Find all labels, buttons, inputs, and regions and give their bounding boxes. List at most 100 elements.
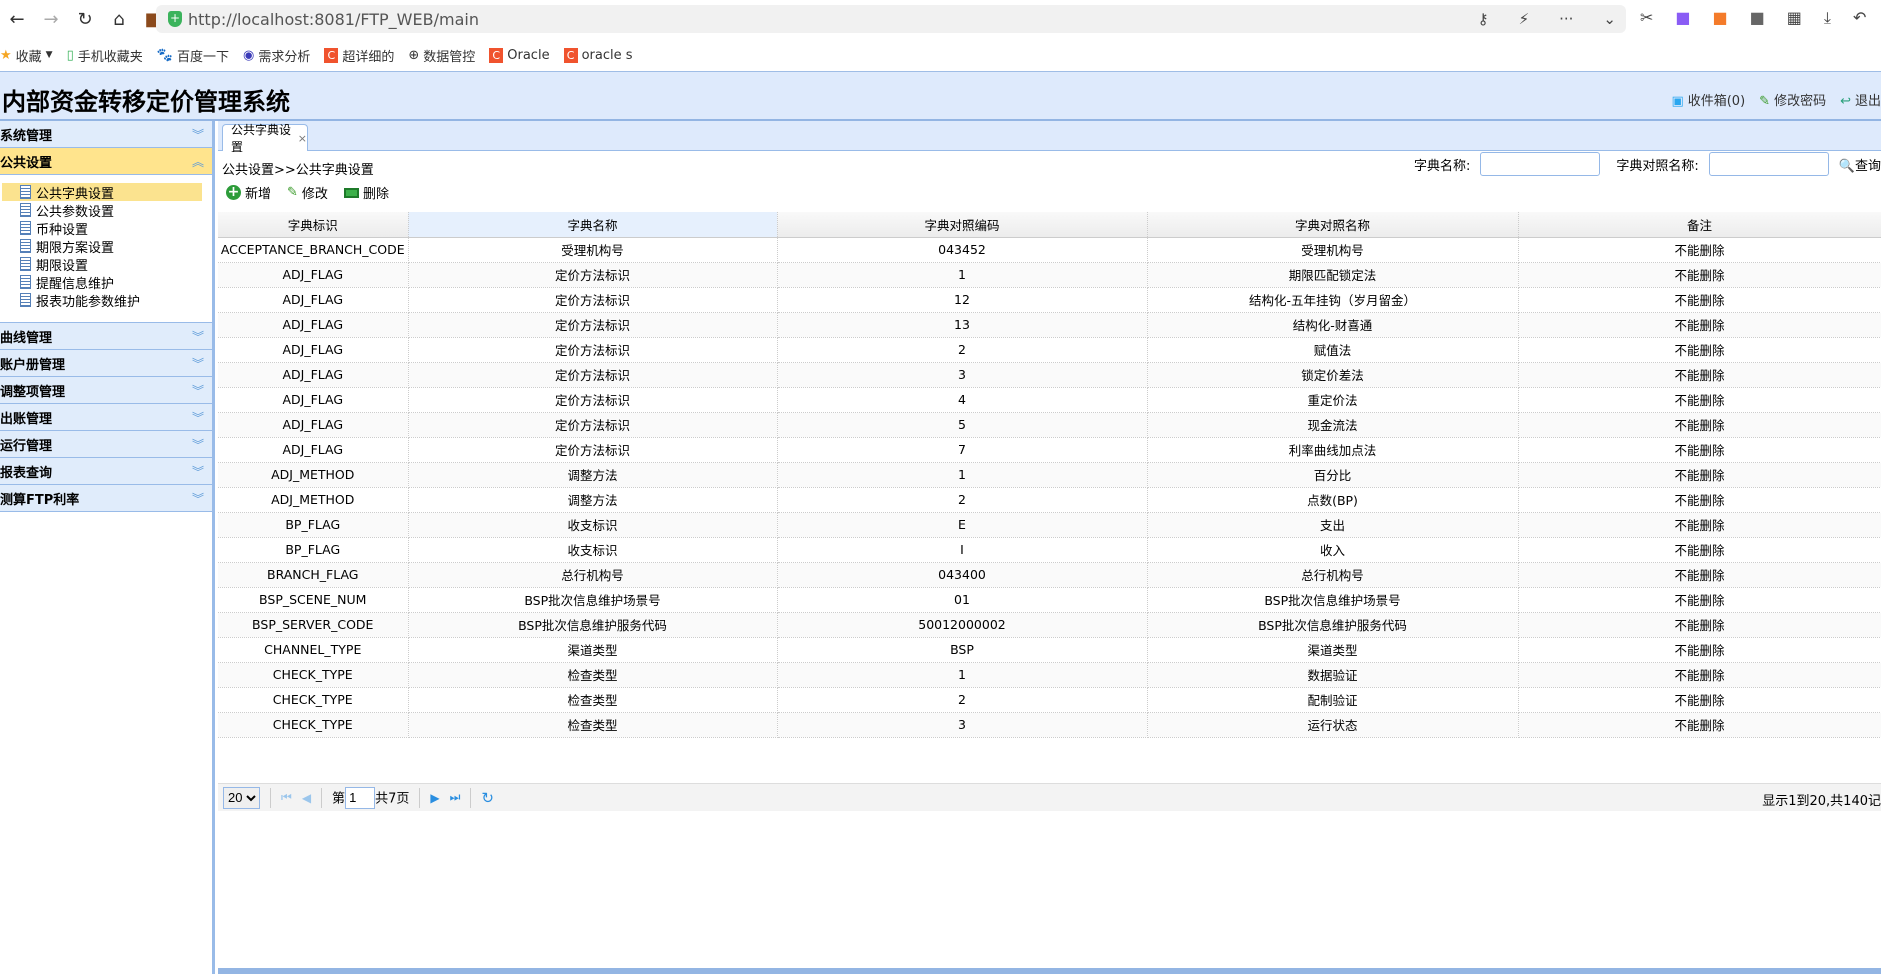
table-row[interactable]: ADJ_FLAG 定价方法标识 3 锁定价差法 不能删除 (218, 362, 1881, 388)
tree-item[interactable]: 公共参数设置 (2, 201, 212, 220)
tree-item[interactable]: 提醒信息维护 (2, 273, 212, 292)
table-row[interactable]: ACCEPTANCE_BRANCH_CODE 受理机构号 043452 受理机构号 不能… (218, 237, 1881, 263)
refresh-icon[interactable]: ↻ (481, 789, 494, 807)
chevron-down-icon[interactable]: ︾ (192, 436, 204, 453)
forward-icon[interactable]: → (34, 9, 68, 30)
table-row[interactable]: CHECK_TYPE 检查类型 3 运行状态 不能删除 (218, 712, 1881, 738)
change-password-link[interactable]: ✎ 修改密码 (1759, 90, 1826, 109)
apps-icon[interactable]: ▦ (1787, 8, 1802, 28)
table-row[interactable]: BP_FLAG 收支标识 I 收入 不能删除 (218, 537, 1881, 563)
undo-icon[interactable]: ↶ (1853, 8, 1866, 28)
translate-icon[interactable]: ■ (1675, 8, 1690, 28)
table-row[interactable]: ADJ_FLAG 定价方法标识 5 现金流法 不能删除 (218, 412, 1881, 438)
next-page-icon[interactable]: ▶ (430, 791, 439, 805)
edit-button[interactable]: ✎ 修改 (287, 183, 328, 202)
sidebar-panel-header[interactable]: 运行管理 ︾ (0, 431, 212, 458)
column-header[interactable]: 字典对照编码 (777, 212, 1148, 238)
table-cell: 定价方法标识 (408, 287, 778, 313)
tree-item[interactable]: 公共字典设置 (2, 183, 202, 202)
column-header[interactable]: 备注 (1518, 212, 1881, 238)
sidebar-panel-header[interactable]: 调整项管理 ︾ (0, 377, 212, 404)
close-icon[interactable]: × (298, 132, 307, 145)
chevron-down-icon[interactable]: ︾ (192, 328, 204, 345)
table-row[interactable]: ADJ_FLAG 定价方法标识 1 期限匹配锁定法 不能删除 (218, 262, 1881, 288)
bookmark-item[interactable]: ▯ 手机收藏夹 (67, 46, 143, 65)
game-icon[interactable]: ■ (1713, 8, 1728, 28)
chevron-down-icon[interactable]: ︾ (192, 490, 204, 507)
reader-icon[interactable]: ■ (1750, 8, 1765, 28)
dict-name-input[interactable] (1480, 152, 1601, 176)
prev-page-icon[interactable]: ◀ (302, 791, 311, 805)
table-cell: 点数(BP) (1147, 487, 1519, 513)
bookmark-item[interactable]: C 超详细的 (324, 46, 394, 65)
chevron-up-icon[interactable]: ︽ (192, 153, 204, 170)
chevron-down-icon[interactable]: ︾ (192, 355, 204, 372)
add-button[interactable]: + 新增 (226, 183, 271, 202)
table-cell: BSP_SCENE_NUM (218, 587, 409, 613)
table-row[interactable]: BRANCH_FLAG 总行机构号 043400 总行机构号 不能删除 (218, 562, 1881, 588)
table-row[interactable]: ADJ_FLAG 定价方法标识 4 重定价法 不能删除 (218, 387, 1881, 413)
key-icon[interactable]: ⚷ (1478, 10, 1489, 28)
logout-link[interactable]: ↩ 退出 (1840, 90, 1881, 109)
table-row[interactable]: CHANNEL_TYPE 渠道类型 BSP 渠道类型 不能删除 (218, 637, 1881, 663)
download-icon[interactable]: ⤓ (1824, 8, 1831, 28)
home-icon[interactable]: ⌂ (102, 9, 136, 30)
sidebar-panel-header[interactable]: 系统管理 ︾ (0, 121, 212, 148)
tree-item[interactable]: 币种设置 (2, 219, 212, 238)
table-row[interactable]: CHECK_TYPE 检查类型 1 数据验证 不能删除 (218, 662, 1881, 688)
table-row[interactable]: BSP_SCENE_NUM BSP批次信息维护场景号 01 BSP批次信息维护场景号不… (218, 587, 1881, 613)
lightning-icon[interactable]: ⚡ (1519, 10, 1530, 28)
table-row[interactable]: ADJ_METHOD 调整方法 2 点数(BP) 不能删除 (218, 487, 1881, 513)
tree-item[interactable]: 报表功能参数维护 (2, 291, 212, 310)
column-header[interactable]: 字典标识 (218, 212, 409, 238)
table-row[interactable]: CHECK_TYPE 检查类型 2 配制验证 不能删除 (218, 687, 1881, 713)
table-row[interactable]: ADJ_FLAG 定价方法标识 2 赋值法 不能删除 (218, 337, 1881, 363)
column-header[interactable]: 字典名称 (408, 212, 778, 238)
bookmark-item[interactable]: C Oracle (489, 47, 550, 63)
page-size-select[interactable]: 20 (223, 786, 260, 809)
table-row[interactable]: ADJ_FLAG 定价方法标识 13 结构化-财喜通 不能删除 (218, 312, 1881, 338)
map-name-input[interactable] (1708, 152, 1829, 176)
inbox-link[interactable]: ▣ 收件箱(0) (1671, 90, 1745, 109)
delete-button[interactable]: 删除 (343, 183, 389, 202)
chevron-down-icon[interactable]: ︾ (192, 382, 204, 399)
table-cell: 不能删除 (1518, 312, 1881, 338)
column-header[interactable]: 字典对照名称 (1147, 212, 1519, 238)
sidebar-panel-header[interactable]: 出账管理 ︾ (0, 404, 212, 431)
table-row[interactable]: BP_FLAG 收支标识 E 支出 不能删除 (218, 512, 1881, 538)
sidebar-panel-header[interactable]: 测算FTP利率 ︾ (0, 485, 212, 512)
chevron-down-icon[interactable]: ⌄ (1603, 10, 1616, 28)
chevron-down-icon[interactable]: ︾ (192, 463, 204, 480)
scissors-icon[interactable]: ✂ (1640, 8, 1653, 28)
first-page-icon[interactable]: ⏮ (281, 790, 292, 805)
bookmark-item[interactable]: ◉ 需求分析 (243, 46, 310, 65)
table-row[interactable]: ADJ_FLAG 定价方法标识 7 利率曲线加点法 不能删除 (218, 437, 1881, 463)
more-icon[interactable]: ··· (1559, 10, 1573, 28)
tab-dictionary-settings[interactable]: 公共字典设置 × (222, 123, 308, 154)
sidebar-panel-header[interactable]: 曲线管理 ︾ (0, 323, 212, 350)
bookmark-favorites[interactable]: ★ 收藏 ▼ (0, 46, 53, 65)
back-icon[interactable]: ← (0, 9, 34, 30)
table-cell: 不能删除 (1518, 537, 1881, 563)
tree-item[interactable]: 期限设置 (2, 255, 212, 274)
reload-icon[interactable]: ↻ (68, 9, 102, 30)
table-cell: 12 (777, 287, 1148, 313)
table-row[interactable]: BSP_SERVER_CODE BSP批次信息维护服务代码 50012000002 B… (218, 612, 1881, 638)
bookmark-item[interactable]: Coracle s (563, 47, 633, 63)
sidebar-panel-header[interactable]: 报表查询 ︾ (0, 458, 212, 485)
sidebar-panel-header[interactable]: 公共设置 ︽ (0, 148, 212, 175)
table-row[interactable]: ADJ_FLAG 定价方法标识 12 结构化-五年挂钩（岁月留金） 不能删除 (218, 287, 1881, 313)
bookmark-item[interactable]: 🐾 百度一下 (157, 46, 229, 65)
tree-item[interactable]: 期限方案设置 (2, 237, 212, 256)
table-row[interactable]: ADJ_METHOD 调整方法 1 百分比 不能删除 (218, 462, 1881, 488)
last-page-icon[interactable]: ⏭ (450, 790, 461, 805)
chevron-down-icon[interactable]: ︾ (192, 409, 204, 426)
bookmark-item[interactable]: ⊕ 数据管控 (408, 46, 475, 65)
page-number-input[interactable] (345, 786, 376, 809)
app-header: 内部资金转移定价管理系统 ▣ 收件箱(0) ✎ 修改密码 ↩ 退出 (0, 71, 1881, 121)
address-bar[interactable]: + http://localhost:8081/FTP_WEB/main ⚷ ⚡ ·… (156, 5, 1626, 33)
query-button[interactable]: 🔍查询 (1839, 155, 1881, 174)
chevron-down-icon[interactable]: ︾ (192, 126, 204, 143)
table-cell: 重定价法 (1147, 387, 1519, 413)
sidebar-panel-header[interactable]: 账户册管理 ︾ (0, 350, 212, 377)
